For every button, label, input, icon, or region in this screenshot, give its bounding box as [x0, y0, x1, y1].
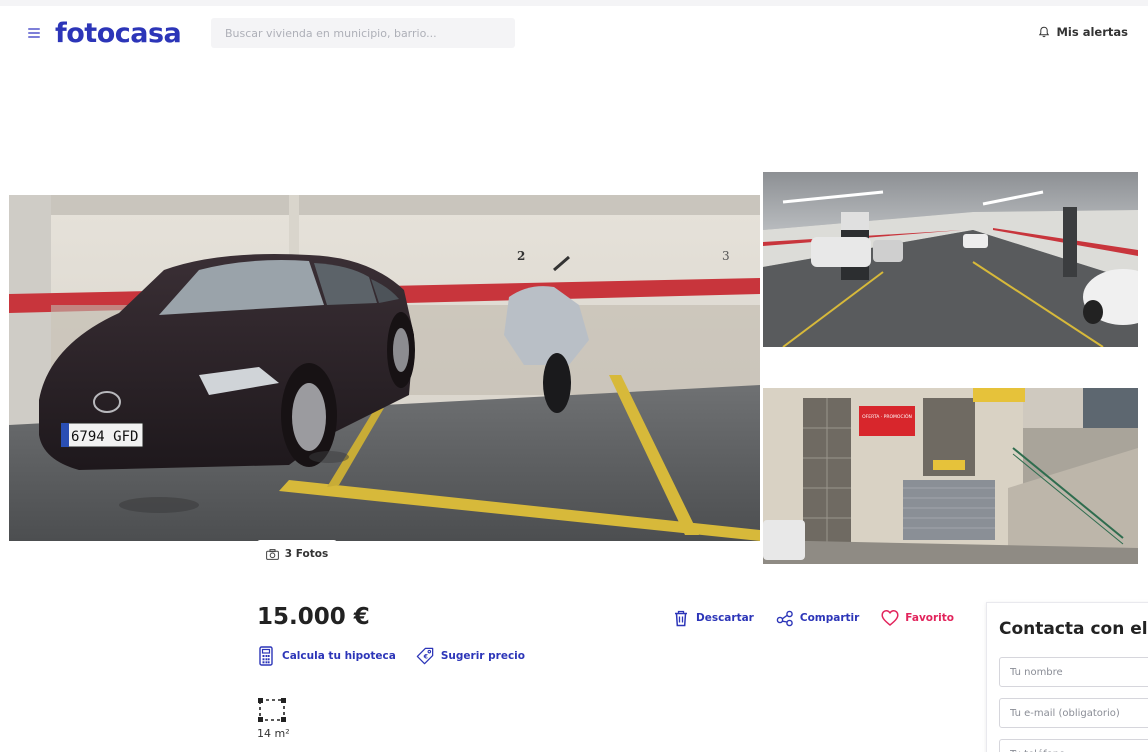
share-button[interactable]: Compartir: [776, 609, 859, 627]
side-photo-building-entrance[interactable]: OFERTA · PROMOCIÓN: [763, 388, 1138, 564]
bell-icon: [1039, 26, 1050, 38]
favorite-button[interactable]: Favorito: [881, 609, 954, 627]
photos-count-button[interactable]: 3 Fotos: [257, 540, 337, 568]
suggest-price-label: Sugerir precio: [440, 650, 525, 662]
building-entrance-photo: OFERTA · PROMOCIÓN: [763, 388, 1138, 564]
calculator-icon: [259, 646, 273, 666]
trash-icon: [675, 610, 687, 627]
name-field[interactable]: [999, 657, 1148, 687]
favorite-label: Favorito: [905, 612, 955, 624]
site-header: fotocasa Mis alertas: [0, 6, 1148, 58]
listing-tools: Calcula tu hipoteca € Sugerir precio: [257, 646, 525, 666]
heart-icon: [881, 610, 899, 626]
offer-sign-text: OFERTA · PROMOCIÓN: [862, 413, 912, 420]
parking-space-photo: 2 3 6794 GFD: [9, 195, 760, 541]
discard-button[interactable]: Descartar: [672, 609, 754, 627]
alerts-label: Mis alertas: [1056, 25, 1128, 39]
camera-icon: [265, 548, 279, 560]
surface-area-value: 14 m²: [257, 727, 290, 740]
phone-field[interactable]: [999, 739, 1148, 752]
suggest-price-link[interactable]: € Sugerir precio: [416, 646, 525, 666]
mortgage-calculator-link[interactable]: Calcula tu hipoteca: [257, 646, 396, 666]
contact-title: Contacta con el a: [999, 619, 1148, 639]
garage-interior-photo: [763, 172, 1138, 347]
menu-icon[interactable]: [28, 28, 40, 38]
license-plate: 6794 GFD: [71, 429, 138, 445]
search-input[interactable]: [211, 18, 515, 48]
svg-text:€: €: [422, 654, 427, 661]
price-tag-icon: €: [416, 647, 434, 665]
alerts-button[interactable]: Mis alertas: [1038, 25, 1128, 39]
wall-number-3: 3: [722, 249, 730, 263]
discard-label: Descartar: [696, 612, 754, 624]
contact-form: Contacta con el a: [986, 602, 1148, 752]
fotocasa-logo[interactable]: fotocasa: [55, 18, 182, 49]
listing-price: 15.000 €: [257, 604, 370, 630]
main-photo[interactable]: 2 3 6794 GFD: [9, 195, 760, 541]
mortgage-label: Calcula tu hipoteca: [282, 650, 396, 662]
wall-number-2: 2: [517, 249, 525, 263]
side-photo-garage-interior[interactable]: [763, 172, 1138, 347]
surface-area-icon: [258, 698, 286, 722]
email-field[interactable]: [999, 698, 1148, 728]
share-label: Compartir: [799, 612, 860, 624]
photos-count-label: 3 Fotos: [284, 548, 329, 560]
share-icon: [776, 610, 793, 627]
listing-actions: Descartar Compartir Favorito: [672, 609, 954, 627]
